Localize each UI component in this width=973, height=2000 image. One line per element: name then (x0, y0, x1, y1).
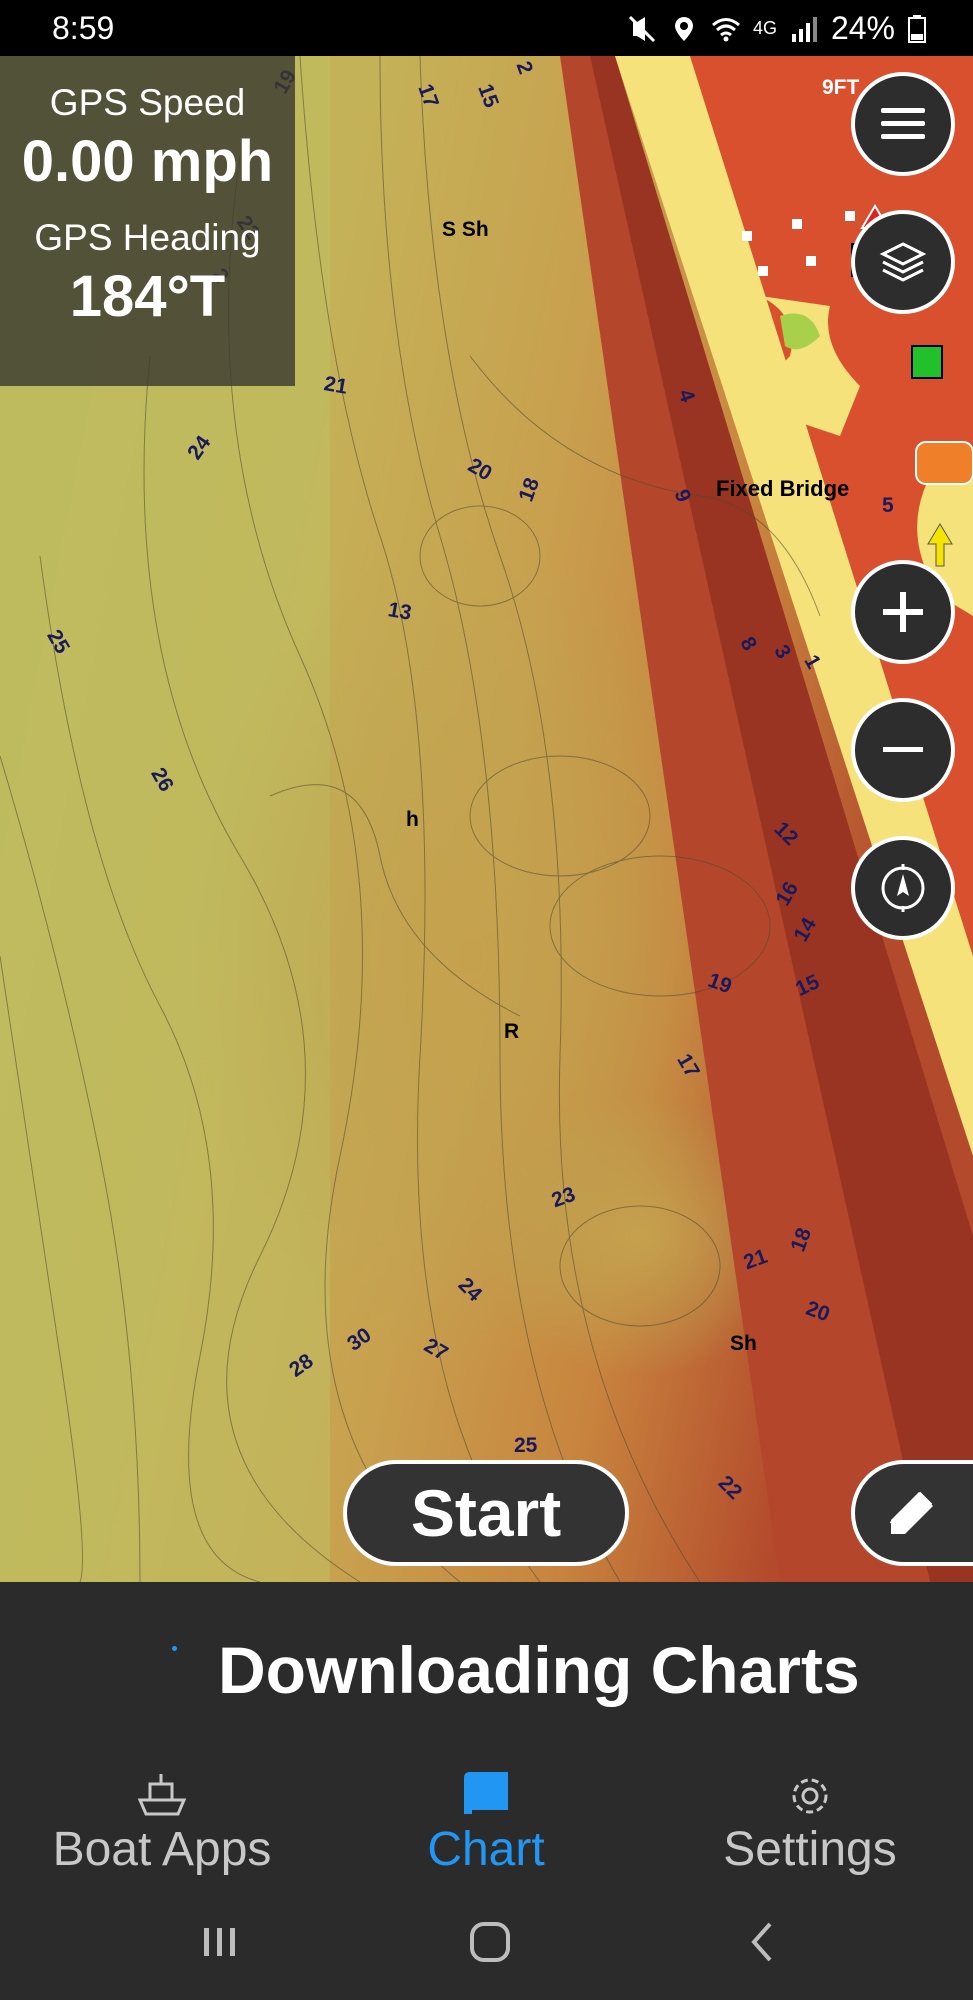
depth-label: 22 (713, 1471, 747, 1505)
layers-icon (879, 242, 927, 282)
wifi-icon (711, 17, 740, 41)
start-button[interactable]: Start (343, 1460, 629, 1566)
depth-label: 19 (704, 968, 735, 999)
tab-boat-apps[interactable]: Boat Apps (0, 1742, 324, 1882)
depth-label: 28 (285, 1349, 318, 1382)
system-nav-bar (0, 1882, 973, 2000)
depth-label: 21 (740, 1244, 771, 1275)
zoom-in-button[interactable] (851, 560, 955, 664)
depth-label: 1 (799, 650, 826, 673)
hamburger-icon (881, 108, 925, 139)
depth-label: 25 (42, 625, 74, 658)
download-status-text: Downloading Charts (218, 1633, 860, 1707)
recent-apps-icon[interactable] (190, 1912, 250, 1972)
status-bar: 8:59 4G 24% (0, 0, 973, 56)
tab-settings[interactable]: Settings (648, 1742, 972, 1882)
download-status-bar: Downloading Charts (0, 1582, 973, 1742)
recenter-button[interactable] (851, 836, 955, 940)
depth-label: 20 (802, 1296, 833, 1327)
edit-route-button[interactable] (851, 1460, 973, 1566)
layers-button[interactable] (851, 210, 955, 314)
network-type: 4G (752, 18, 777, 38)
depth-label: 24 (183, 431, 216, 464)
bottom-tab-bar: Boat Apps Chart Settings (0, 1742, 973, 1882)
depth-label: 12 (769, 817, 803, 851)
depth-label: 24 (453, 1273, 487, 1307)
depth-label: 9 (669, 486, 696, 506)
pencil-ruler-icon (889, 1491, 933, 1535)
depth-label: 17 (413, 80, 443, 111)
depth-label: R (504, 1020, 520, 1043)
depth-label: 15 (473, 80, 503, 111)
depth-label: 21 (322, 372, 350, 399)
depth-label: 23 (548, 1182, 579, 1213)
location-icon (674, 16, 693, 41)
progress-spinner-icon (172, 1646, 177, 1651)
depth-label: 18 (514, 474, 545, 505)
depth-label: 20 (464, 453, 496, 486)
tab-chart[interactable]: Chart (324, 1742, 648, 1882)
compass-icon (881, 864, 925, 912)
gps-heading-value: 184°T (69, 264, 226, 329)
tab-label: Boat Apps (52, 1823, 272, 1876)
depth-label: 5 (882, 494, 894, 517)
depth-label: 25 (514, 1434, 538, 1457)
signal-icon (791, 16, 817, 42)
battery-percent: 24% (830, 10, 895, 46)
depth-label: h (406, 808, 419, 831)
plus-icon (883, 592, 923, 632)
depth-label: 30 (343, 1323, 376, 1356)
gps-speed-value: 0.00 mph (21, 129, 274, 194)
depth-label: Sh (730, 1332, 757, 1355)
depth-label: 18 (786, 1224, 817, 1255)
depth-label: 16 (771, 877, 804, 910)
tab-label: Chart (427, 1823, 545, 1876)
depth-label: 3 (769, 640, 796, 663)
depth-label: 13 (386, 598, 414, 625)
mute-icon (628, 15, 655, 42)
gps-heading-label: GPS Heading (34, 217, 261, 258)
depth-label: 9FT (822, 76, 860, 99)
gear-icon (792, 1778, 828, 1814)
tab-label: Settings (723, 1823, 897, 1876)
depth-label: 2 (511, 58, 538, 78)
battery-icon (908, 14, 926, 43)
depth-label: 26 (146, 763, 178, 796)
back-icon[interactable] (734, 1912, 794, 1972)
depth-label: 8 (735, 632, 762, 655)
depth-label: Fixed Bridge (716, 476, 850, 501)
zoom-out-button[interactable] (851, 698, 955, 802)
depth-label: 27 (420, 1333, 452, 1366)
gps-speed-label: GPS Speed (49, 82, 246, 123)
status-icons: 4G 24% (627, 10, 927, 47)
boat-icon (137, 1774, 187, 1816)
gps-info-panel: GPS Speed 0.00 mph GPS Heading 184°T (0, 56, 295, 386)
depth-label: 4 (673, 386, 700, 406)
depth-label: 17 (672, 1049, 704, 1082)
menu-button[interactable] (851, 72, 955, 176)
minus-icon (883, 747, 923, 752)
home-icon[interactable] (460, 1912, 520, 1972)
depth-label: S Sh (442, 218, 489, 241)
depth-label: 15 (792, 970, 823, 1001)
status-time: 8:59 (52, 10, 115, 46)
depth-label: 14 (789, 913, 822, 946)
map-icon (464, 1772, 508, 1816)
